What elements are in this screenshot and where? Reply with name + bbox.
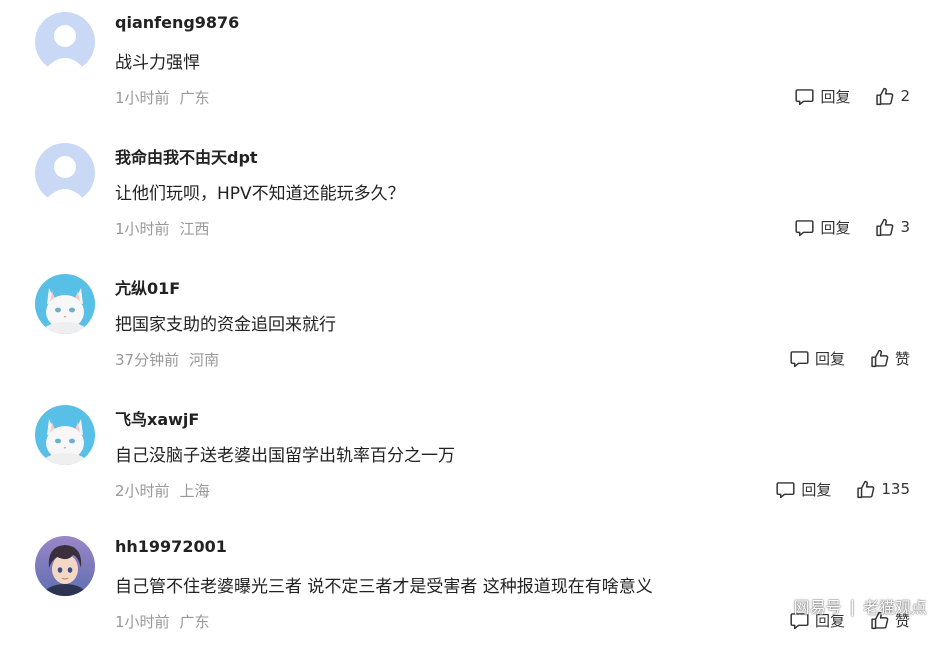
like-button[interactable]: 3 [874,217,910,238]
comment-meta: 1小时前 江西 [115,218,210,239]
comment-actions: 回复 2 [794,84,910,108]
comment-location: 广东 [179,89,210,107]
like-count: 3 [900,218,910,236]
avatar[interactable] [35,405,95,465]
comment-location: 江西 [179,220,210,238]
comment-item: hh19972001 自己管不住老婆曝光三者 说不定三者才是受害者 这种报道现在… [0,524,941,655]
watermark-brand: 网易号 [793,598,842,617]
reply-label: 回复 [814,349,845,368]
comment-location: 上海 [179,482,210,500]
avatar[interactable] [35,12,95,72]
comment-item: 亢纵01F 把国家支助的资金追回来就行 37分钟前 河南 回复 赞 [0,262,941,393]
comment-time: 1小时前 [115,89,170,107]
reply-label: 回复 [820,218,851,237]
like-label: 赞 [894,349,910,368]
comment-actions: 回复 3 [794,215,910,239]
watermark-separator: | [849,596,855,616]
watermark-author: 老猫观点 [862,598,927,617]
comment-item: qianfeng9876 战斗力强悍 1小时前 广东 回复 2 [0,0,941,131]
thumbs-up-icon [876,218,894,236]
watermark: 网易号 | 老猫观点 [794,594,927,618]
avatar[interactable] [35,536,95,596]
avatar[interactable] [35,274,95,334]
username[interactable]: 我命由我不由天dpt [115,144,258,168]
comment-bubble-icon [795,219,814,236]
username[interactable]: hh19972001 [115,537,227,556]
reply-button[interactable]: 回复 [794,86,850,107]
comment-bubble-icon [790,350,809,367]
like-button[interactable]: 2 [874,86,910,107]
like-button[interactable]: 135 [855,479,910,500]
thumbs-up-icon [876,87,894,105]
default-avatar-icon [35,143,95,203]
comment-location: 河南 [189,351,220,369]
comment-text: 把国家支助的资金追回来就行 [115,315,336,335]
comment-time: 1小时前 [115,220,170,238]
username[interactable]: qianfeng9876 [115,13,239,32]
like-button[interactable]: 赞 [869,348,910,369]
comment-actions: 回复 135 [775,477,910,501]
username[interactable]: 飞鸟xawjF [115,406,199,430]
comment-time: 1小时前 [115,613,170,631]
reply-button[interactable]: 回复 [775,479,831,500]
white-cat-avatar [35,405,95,465]
reply-button[interactable]: 回复 [794,217,850,238]
thumbs-up-icon [871,349,889,367]
anime-boy-avatar [35,536,95,596]
avatar[interactable] [35,143,95,203]
reply-label: 回复 [820,87,851,106]
comment-text: 自己管不住老婆曝光三者 说不定三者才是受害者 这种报道现在有啥意义 [115,577,653,597]
comment-location: 广东 [179,613,210,631]
comment-meta: 1小时前 广东 [115,87,210,108]
username[interactable]: 亢纵01F [115,275,180,299]
comment-text: 战斗力强悍 [115,53,200,73]
comment-meta: 1小时前 广东 [115,611,210,632]
comment-meta: 2小时前 上海 [115,480,210,501]
like-count: 2 [900,87,910,105]
like-count: 135 [881,480,910,498]
comment-text: 自己没脑子送老婆出国留学出轨率百分之一万 [115,446,455,466]
reply-button[interactable]: 回复 [789,348,845,369]
comment-time: 2小时前 [115,482,170,500]
comment-text: 让他们玩呗，HPV不知道还能玩多久？ [115,184,405,204]
comment-meta: 37分钟前 河南 [115,349,219,370]
thumbs-up-icon [857,480,875,498]
comment-item: 我命由我不由天dpt 让他们玩呗，HPV不知道还能玩多久？ 1小时前 江西 回复 … [0,131,941,262]
comment-item: 飞鸟xawjF 自己没脑子送老婆出国留学出轨率百分之一万 2小时前 上海 回复 1… [0,393,941,524]
comment-time: 37分钟前 [115,351,180,369]
default-avatar-icon [35,12,95,72]
comment-bubble-icon [795,88,814,105]
comment-bubble-icon [776,481,795,498]
comment-actions: 回复 赞 [789,346,910,370]
white-cat-avatar [35,274,95,334]
reply-label: 回复 [801,480,832,499]
